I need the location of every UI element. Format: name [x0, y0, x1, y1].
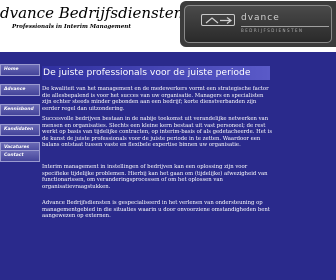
logo-subtext: BEDRIJFSDIENSTEN: [241, 28, 304, 33]
paragraph-2: Succesvolle bedrijven bestaan in de nabi…: [42, 116, 273, 148]
page-headline: De juiste professionals voor de juiste p…: [42, 66, 270, 80]
logo: dvance BEDRIJFSDIENSTEN: [180, 1, 336, 47]
nav-home[interactable]: Home: [0, 64, 40, 76]
logo-divider: [241, 26, 329, 27]
site-title: dvance Bedrijfsdiensten: [0, 4, 184, 22]
paragraph-4: Advance Bedrijfsdiensten is gespecialise…: [42, 200, 270, 219]
logo-arrow-icon: [201, 14, 235, 26]
logo-frame: dvance BEDRIJFSDIENSTEN: [184, 5, 332, 43]
paragraph-1: De kwaliteit van het management en de me…: [42, 86, 269, 112]
nav-contact[interactable]: Contact: [0, 150, 40, 162]
nav-advance[interactable]: Advance: [0, 84, 40, 96]
nav-kennisbond[interactable]: Kennisbond: [0, 104, 40, 116]
site-subtitle: Professionals in Interim Management: [12, 24, 131, 30]
logo-word: dvance: [241, 13, 280, 23]
header: dvance Bedrijfsdiensten Professionals in…: [0, 0, 336, 52]
nav-kandidaten[interactable]: Kandidaten: [0, 124, 40, 136]
paragraph-3: Interim management in instellingen of be…: [42, 164, 268, 190]
